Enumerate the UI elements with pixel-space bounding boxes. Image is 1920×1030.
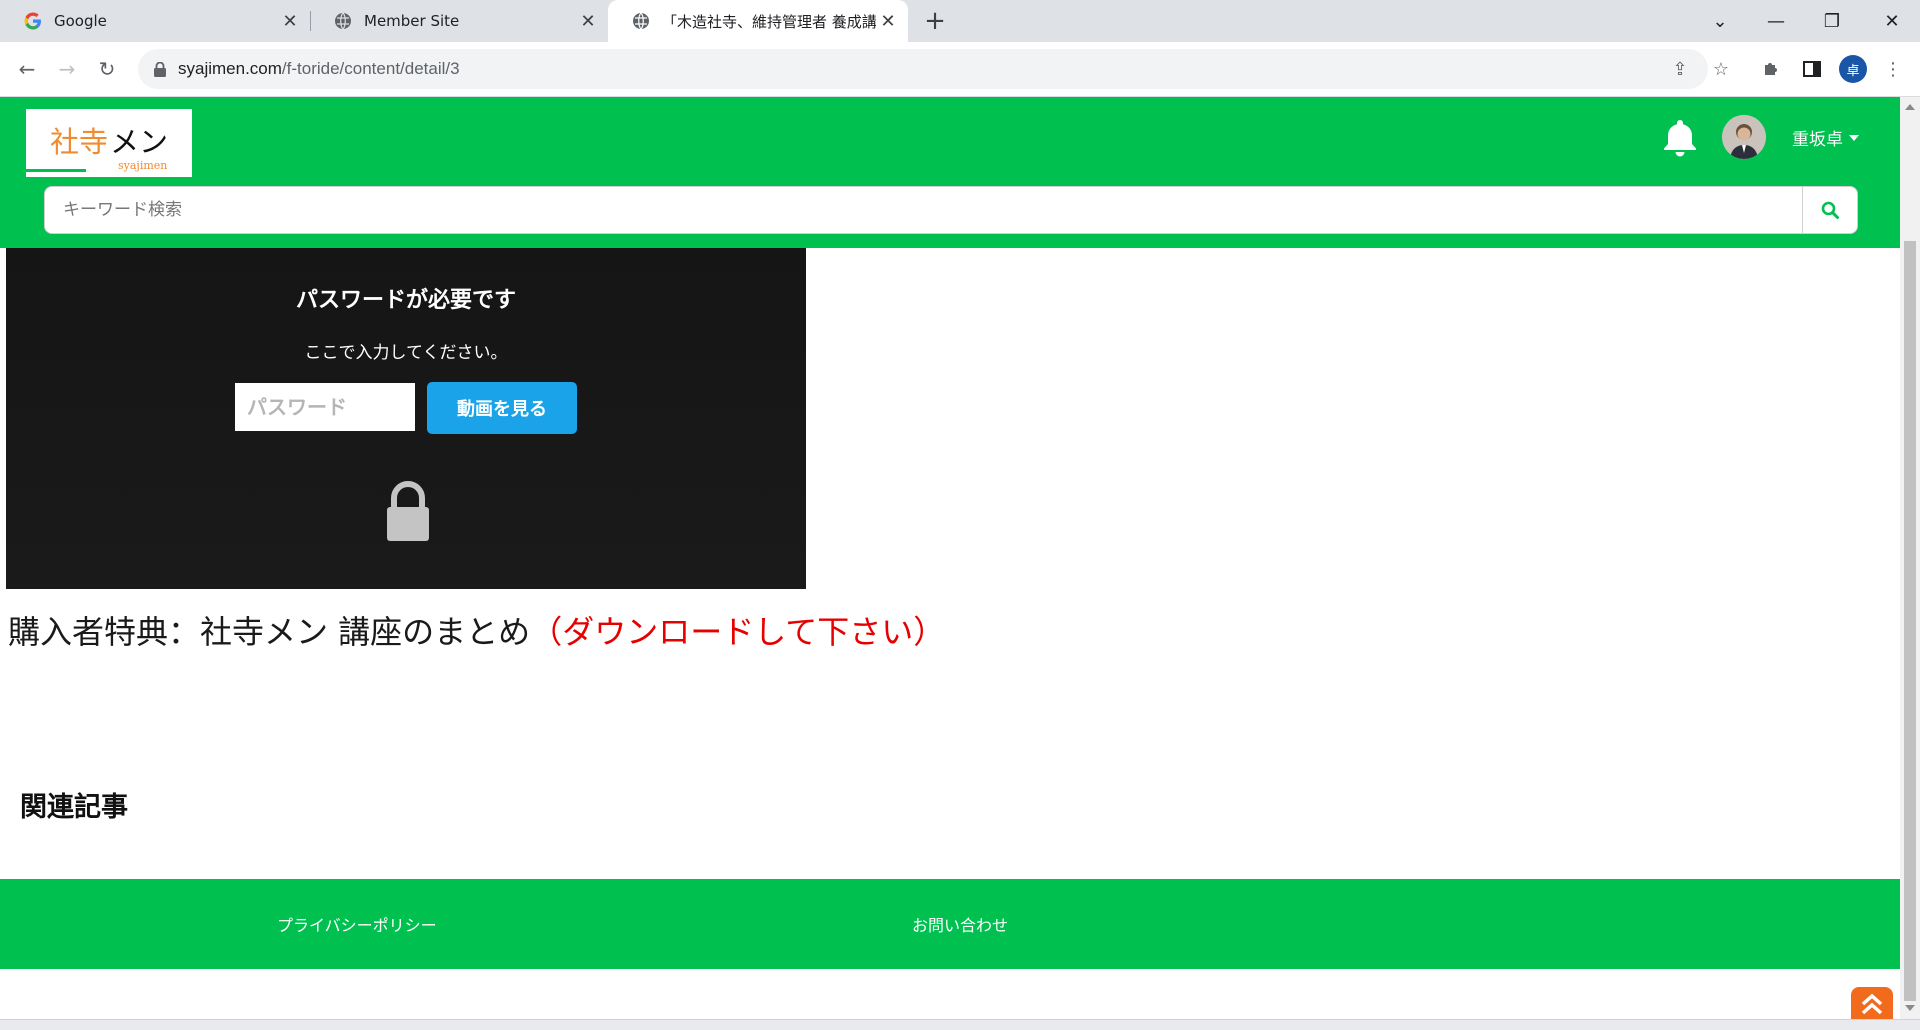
url-text: syajimen.com/f-toride/content/detail/3 <box>178 59 460 79</box>
close-icon[interactable]: ✕ <box>278 9 302 33</box>
share-icon[interactable]: ⇪ <box>1663 49 1697 89</box>
url-path: /f-toride/content/detail/3 <box>281 59 460 78</box>
address-bar[interactable]: syajimen.com/f-toride/content/detail/3 ⇪… <box>138 49 1729 89</box>
logo-text-part1: 社寺 <box>50 125 109 159</box>
username-label: 重坂卓 <box>1792 130 1843 150</box>
scrollbar-thumb[interactable] <box>1904 241 1916 1001</box>
tab-member-site[interactable]: Member Site ✕ <box>310 0 608 42</box>
padlock-icon <box>385 481 431 543</box>
globe-icon <box>334 12 352 30</box>
scroll-to-top-button[interactable] <box>1851 987 1893 1019</box>
profile-avatar-badge[interactable]: 卓 <box>1839 55 1867 83</box>
logo-text-part2: メン <box>110 125 169 159</box>
search-button[interactable] <box>1802 187 1857 233</box>
window-close-icon[interactable]: ✕ <box>1864 0 1920 42</box>
watch-video-button[interactable]: 動画を見る <box>427 382 577 434</box>
content-headline: 購入者特典：社寺メン 講座のまとめ（ダウンロードして下さい） <box>8 607 945 653</box>
tab-title: Google <box>54 12 107 30</box>
globe-icon <box>632 12 650 30</box>
site-header: 社寺 メン syajimen 重坂卓 <box>0 97 1900 248</box>
tab-google[interactable]: Google ✕ <box>0 0 310 42</box>
restore-icon[interactable]: ❐ <box>1804 0 1860 42</box>
password-instruction: ここで入力してください。 <box>304 343 508 363</box>
browser-bottom-edge <box>0 1019 1920 1030</box>
page-viewport: 社寺 メン syajimen 重坂卓 キーワード検索 パスワードが必要です ここ… <box>0 97 1900 1019</box>
reload-icon[interactable]: ↻ <box>90 52 124 86</box>
search-input[interactable] <box>45 187 1803 233</box>
tab-title: Member Site <box>364 12 460 30</box>
tab-search-chevron-icon[interactable]: ⌄ <box>1692 0 1748 42</box>
scroll-up-arrow-icon[interactable] <box>1905 104 1915 110</box>
logo-subtext: syajimen <box>118 159 168 172</box>
tab-title: 「木造社寺、維持管理者 養成講座 <box>662 12 876 31</box>
page-scrollbar[interactable] <box>1900 97 1920 1019</box>
contact-link[interactable]: お問い合わせ <box>912 912 1008 936</box>
scroll-down-arrow-icon[interactable] <box>1905 1005 1915 1011</box>
privacy-policy-link[interactable]: プライバシーポリシー <box>277 912 437 936</box>
tab-active-course[interactable]: 「木造社寺、維持管理者 養成講座 ✕ <box>608 0 908 42</box>
double-chevron-up-icon <box>1861 993 1883 1015</box>
close-icon[interactable]: ✕ <box>576 9 600 33</box>
related-articles-heading: 関連記事 <box>20 792 128 823</box>
user-avatar[interactable] <box>1722 115 1766 159</box>
bookmark-star-icon[interactable]: ☆ <box>1704 49 1738 89</box>
bell-icon[interactable] <box>1660 117 1700 159</box>
tab-bar: Google ✕ Member Site ✕ 「木造社寺、維持管理者 養成講座 … <box>0 0 1920 42</box>
headline-download-note: （ダウンロードして下さい） <box>530 613 946 651</box>
user-menu[interactable]: 重坂卓 <box>1792 125 1859 150</box>
new-tab-icon[interactable]: + <box>920 6 950 36</box>
site-logo[interactable]: 社寺 メン syajimen <box>23 106 195 180</box>
password-field[interactable] <box>235 383 415 431</box>
extensions-puzzle-icon[interactable] <box>1754 52 1788 86</box>
url-host: syajimen.com <box>178 59 282 78</box>
side-panel-icon[interactable] <box>1795 52 1829 86</box>
forward-arrow-icon[interactable]: → <box>50 52 84 86</box>
close-icon[interactable]: ✕ <box>876 9 900 33</box>
google-g-icon <box>24 12 42 30</box>
minimize-icon[interactable]: — <box>1748 0 1804 42</box>
site-footer: プライバシーポリシー お問い合わせ <box>0 879 1900 969</box>
lock-icon <box>152 60 168 78</box>
search-icon <box>1821 201 1839 219</box>
menu-kebab-icon[interactable]: ⋮ <box>1876 52 1910 86</box>
caret-down-icon <box>1849 134 1859 141</box>
back-arrow-icon[interactable]: ← <box>10 52 44 86</box>
browser-toolbar: ← → ↻ syajimen.com/f-toride/content/deta… <box>0 42 1920 97</box>
search-bar <box>44 186 1858 234</box>
headline-main-text: 購入者特典：社寺メン 講座のまとめ <box>8 613 531 651</box>
video-password-panel: パスワードが必要です ここで入力してください。 動画を見る <box>6 248 806 589</box>
logo-underline <box>26 169 86 172</box>
password-required-title: パスワードが必要です <box>295 288 516 313</box>
